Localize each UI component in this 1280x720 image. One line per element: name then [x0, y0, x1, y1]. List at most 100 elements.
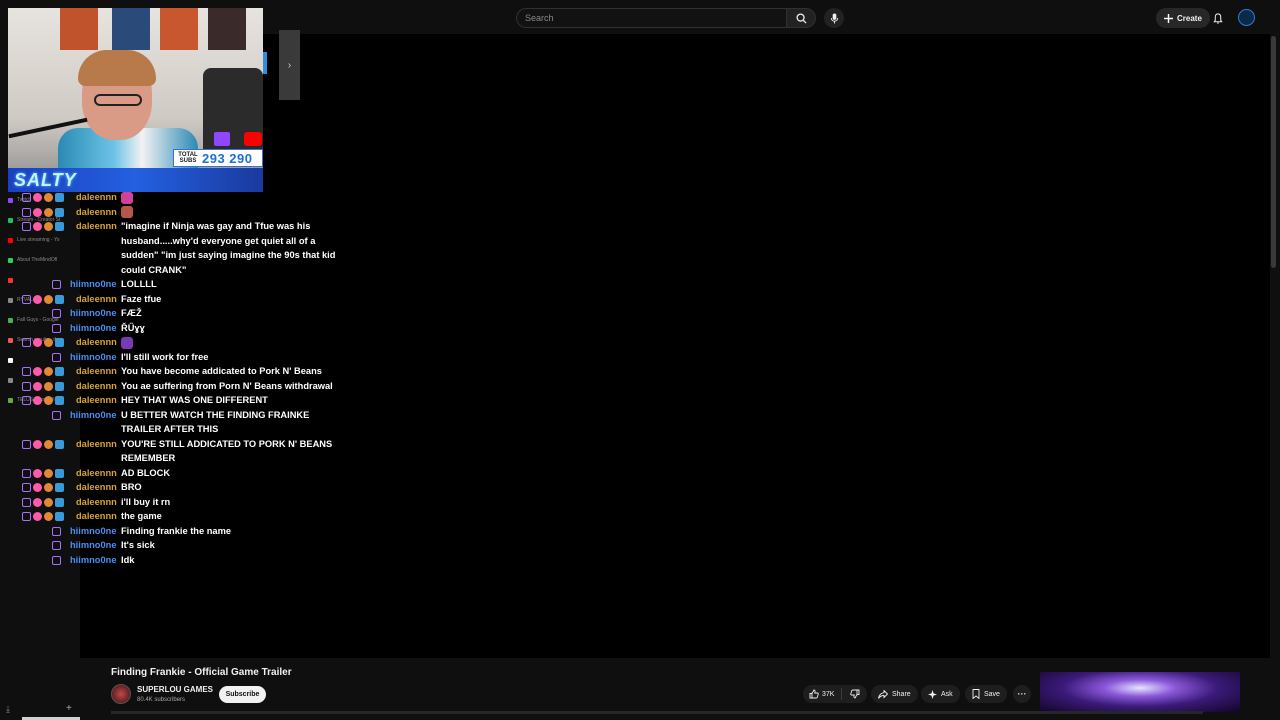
- emote-icon: [121, 206, 133, 219]
- webcam-overlay: TOTAL SUBS 293 290 SALTY: [8, 8, 263, 192]
- chat-text: the game: [121, 511, 162, 521]
- chat-overlay: daleennn daleennn daleennn "imagine if Ninj…: [0, 190, 340, 567]
- chat-message: hiimno0ne ŘŰɣɣ: [0, 321, 340, 336]
- chat-username[interactable]: daleennn: [76, 393, 117, 408]
- recommended-thumbnail[interactable]: [1040, 672, 1240, 712]
- chat-username[interactable]: hiimno0ne: [70, 524, 117, 539]
- next-arrow-button[interactable]: ›: [279, 30, 300, 100]
- chat-username[interactable]: daleennn: [76, 480, 117, 495]
- sub-badge-icon: [44, 497, 53, 507]
- subscribe-button[interactable]: Subscribe: [219, 686, 266, 703]
- chat-username[interactable]: daleennn: [76, 466, 117, 481]
- account-avatar[interactable]: [1238, 9, 1255, 26]
- twitch-badge-icon: [22, 294, 31, 304]
- sub-badge-icon: [44, 222, 53, 231]
- chat-username[interactable]: hiimno0ne: [70, 553, 117, 568]
- app-window: Create › TwitchStream - Creator StLive s…: [0, 0, 1280, 720]
- sub-badge-icon: [44, 512, 53, 521]
- chat-username[interactable]: daleennn: [76, 190, 117, 205]
- chat-username[interactable]: daleennn: [76, 205, 117, 220]
- chat-username[interactable]: daleennn: [76, 437, 117, 452]
- plus-icon: [1164, 13, 1173, 23]
- chat-message: daleennn the game: [0, 509, 340, 524]
- save-button[interactable]: Save: [965, 685, 1007, 703]
- platform-badge-icon: [55, 222, 64, 231]
- chat-username[interactable]: daleennn: [76, 292, 117, 307]
- chat-message: hiimno0ne It's sick: [0, 538, 340, 553]
- chat-message: daleennn AD BLOCK: [0, 466, 340, 481]
- chat-text: You have become addicated to Pork N' Bea…: [121, 366, 322, 376]
- more-actions-button[interactable]: ···: [1013, 685, 1031, 703]
- like-button[interactable]: 37K: [803, 689, 841, 699]
- badge-group: [52, 280, 61, 289]
- heart-badge-icon: [33, 439, 42, 449]
- download-icon[interactable]: ⤓: [6, 704, 10, 715]
- chat-username[interactable]: daleennn: [76, 219, 117, 234]
- twitch-badge-icon: [52, 309, 61, 318]
- share-button[interactable]: Share: [871, 685, 918, 703]
- twitch-badge-icon: [22, 468, 31, 478]
- notifications-button[interactable]: [1208, 8, 1228, 28]
- chat-username[interactable]: hiimno0ne: [70, 408, 117, 423]
- search-button[interactable]: [786, 8, 816, 28]
- chat-username[interactable]: hiimno0ne: [70, 350, 117, 365]
- heart-badge-icon: [33, 497, 42, 507]
- chat-message: hiimno0ne U BETTER WATCH THE FINDING FRAI…: [0, 408, 340, 437]
- chat-message: daleennn: [0, 205, 340, 220]
- new-tab-button[interactable]: +: [66, 703, 72, 714]
- create-button[interactable]: Create: [1156, 8, 1210, 28]
- badge-group: [52, 309, 61, 318]
- chat-username[interactable]: hiimno0ne: [70, 538, 117, 553]
- chat-message: daleennn i'll buy it rn: [0, 495, 340, 510]
- chat-message: hiimno0ne LOLLLL: [0, 277, 340, 292]
- twitch-badge-icon: [22, 439, 31, 449]
- channel-avatar[interactable]: [111, 684, 131, 704]
- twitch-badge-icon: [52, 526, 61, 536]
- chat-username[interactable]: daleennn: [76, 379, 117, 394]
- chat-text: It's sick: [121, 540, 155, 550]
- sub-badge-icon: [44, 483, 53, 492]
- chat-message: daleennn You ae suffering from Porn N' Be…: [0, 379, 340, 394]
- chat-text: I'll still work for free: [121, 351, 209, 362]
- streamer-hair: [78, 50, 156, 86]
- chat-text: YOU'RE STILL ADDICATED TO PORK N' BEANS …: [121, 438, 333, 464]
- heart-badge-icon: [33, 512, 42, 521]
- chat-username[interactable]: daleennn: [76, 364, 117, 379]
- chevron-right-icon: ›: [287, 59, 292, 71]
- chat-text: i'll buy it rn: [121, 496, 171, 507]
- chat-username[interactable]: daleennn: [76, 509, 117, 524]
- chat-message: hiimno0ne I'll still work for free: [0, 350, 340, 365]
- channel-name[interactable]: SUPERLOU GAMES: [137, 685, 213, 694]
- share-icon: [878, 689, 888, 699]
- chat-username[interactable]: hiimno0ne: [70, 277, 117, 292]
- sub-badge-icon: [44, 396, 53, 405]
- chat-text: AD BLOCK: [121, 467, 171, 478]
- badge-group: [22, 207, 64, 217]
- badge-group: [52, 323, 61, 333]
- wall-poster: [208, 8, 246, 50]
- chat-username[interactable]: daleennn: [76, 335, 117, 350]
- wall-poster: [112, 8, 150, 50]
- search-input[interactable]: [516, 8, 786, 28]
- carousel-edge: [263, 52, 267, 74]
- chat-text: "imagine if Ninja was gay and Tfue was h…: [121, 221, 336, 275]
- thumbs-up-icon: [809, 689, 819, 699]
- heart-badge-icon: [33, 381, 42, 391]
- sub-badge-icon: [44, 207, 53, 217]
- twitch-badge-icon: [52, 410, 61, 420]
- chat-username[interactable]: hiimno0ne: [70, 306, 117, 321]
- badge-group: [52, 352, 61, 362]
- heart-badge-icon: [33, 367, 42, 376]
- scrollbar-thumb[interactable]: [1271, 36, 1276, 268]
- platform-badge-icon: [55, 207, 64, 217]
- twitch-badge-icon: [22, 222, 31, 231]
- voice-search-button[interactable]: [824, 8, 844, 28]
- twitch-badge-icon: [22, 483, 31, 492]
- badge-group: [22, 497, 64, 507]
- chat-username[interactable]: daleennn: [76, 495, 117, 510]
- share-label: Share: [892, 690, 911, 698]
- chat-username[interactable]: hiimno0ne: [70, 321, 117, 336]
- dislike-button[interactable]: [842, 689, 867, 699]
- badge-group: [22, 193, 64, 202]
- ask-button[interactable]: Ask: [921, 685, 960, 703]
